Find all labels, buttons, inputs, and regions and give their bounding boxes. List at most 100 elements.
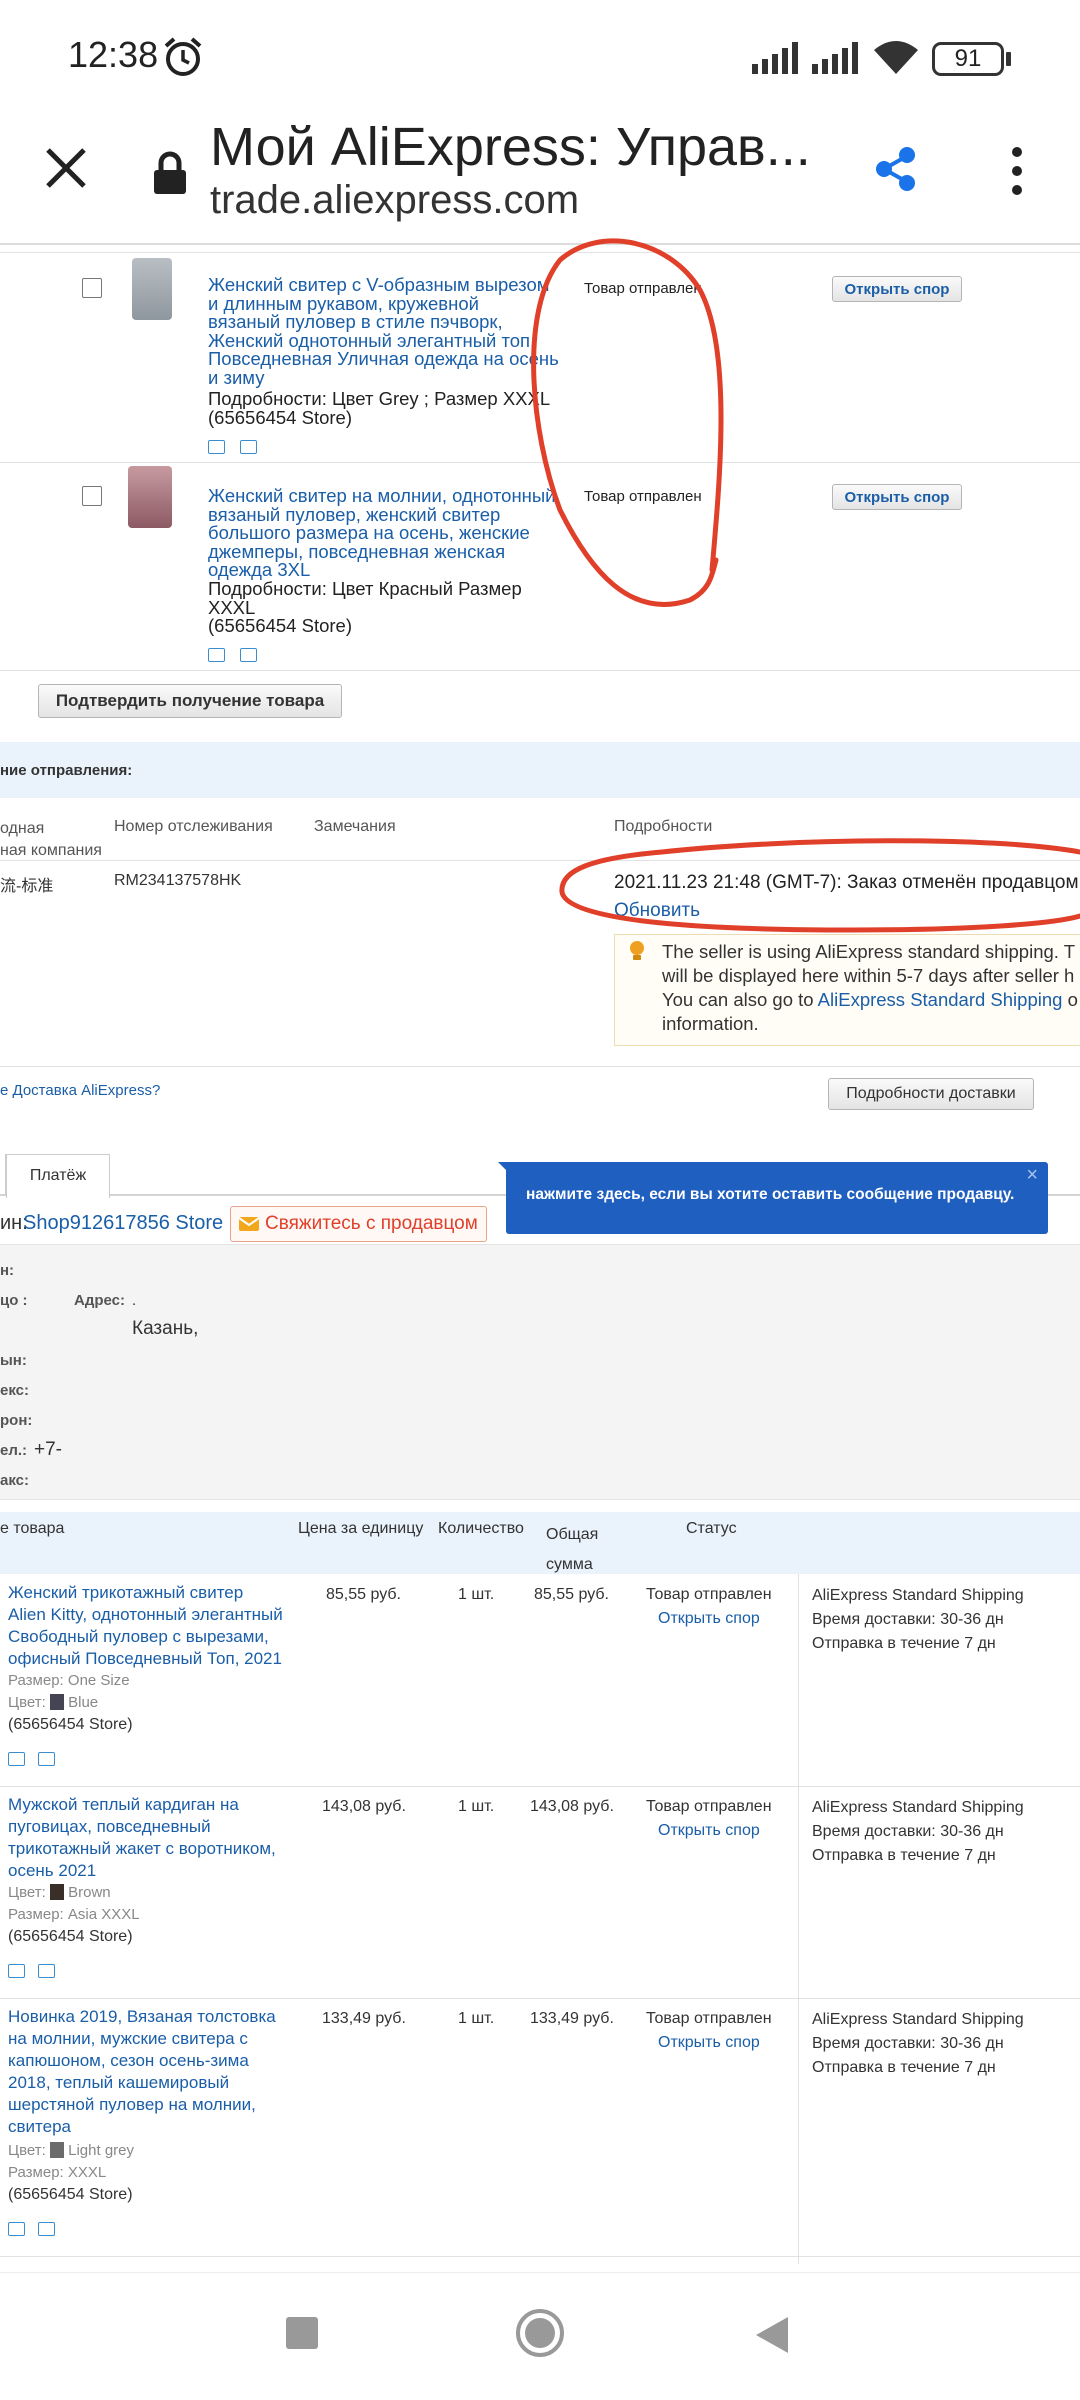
product-title-link[interactable]: Новинка 2019, Вязаная толстовка на молни… [8, 2006, 276, 2138]
page-title[interactable]: Мой AliExpress: Управ... [210, 116, 811, 178]
close-icon[interactable] [44, 146, 88, 190]
item-checkbox[interactable] [82, 278, 102, 298]
address-value: . [132, 1292, 137, 1309]
quantity: 1 шт. [458, 2010, 495, 2027]
address-label: ын: [0, 1352, 27, 1369]
phone-value: +7- [34, 1439, 62, 1460]
shipping-company: 流-标准 [0, 878, 54, 895]
truck-icon[interactable] [8, 1964, 25, 1978]
product-attribute: Размер: One Size [8, 1672, 130, 1689]
shipping-notice-text: The seller is using AliExpress standard … [662, 941, 1078, 1034]
tooltip-close-icon[interactable]: × [1026, 1164, 1038, 1187]
mail-icon [239, 1217, 259, 1231]
product-attribute: Цвет: Brown [8, 1884, 111, 1901]
system-nav-bar [0, 2272, 1080, 2400]
col-remarks: Замечания [314, 818, 396, 835]
truck-icon[interactable] [208, 440, 225, 454]
tooltip-text: нажмите здесь, если вы хотите оставить с… [526, 1186, 1015, 1203]
address-label: рон: [0, 1412, 33, 1429]
card-icon[interactable] [240, 648, 257, 662]
product-attribute: Размер: Asia XXXL [8, 1906, 140, 1923]
address-label: цо : [0, 1292, 28, 1309]
row-divider [0, 2256, 1080, 2257]
address-label: ел.: [0, 1442, 28, 1459]
product-attribute: Цвет: Blue [8, 1694, 99, 1711]
quantity: 1 шт. [458, 1798, 495, 1815]
square-icon[interactable] [286, 2317, 318, 2349]
tooltip-arrow [498, 1162, 510, 1174]
contact-seller-label: Свяжитесь с продавцом [265, 1213, 478, 1234]
confirm-receipt-button[interactable]: Подтвердить получение товара [38, 684, 342, 718]
product-details: Подробности: Цвет Красный Размер XXXL (6… [208, 578, 522, 636]
address-block [0, 1244, 1080, 1500]
product-attribute: Цвет: Light grey [8, 2142, 134, 2159]
store-name: (65656454 Store) [8, 1928, 133, 1945]
row-status: Товар отправлен [646, 1798, 772, 1815]
address-city: Казань, [132, 1318, 199, 1339]
quantity: 1 шт. [458, 1586, 495, 1603]
card-icon[interactable] [38, 1964, 55, 1978]
product-title-link[interactable]: Женский трикотажный свитер Alien Kitty, … [8, 1582, 283, 1670]
open-dispute-link[interactable]: Открыть спор [658, 1820, 760, 1842]
card-icon[interactable] [240, 440, 257, 454]
total-sum: 85,55 руб. [534, 1586, 609, 1603]
lightbulb-icon [630, 941, 644, 960]
standard-shipping-link[interactable]: AliExpress Standard Shipping [818, 989, 1063, 1010]
row-status: Товар отправлен [646, 1586, 772, 1603]
signal-icon [752, 42, 798, 74]
alarm-icon [164, 37, 202, 76]
product-thumbnail[interactable] [132, 258, 172, 320]
row-divider [0, 1786, 1080, 1787]
open-dispute-button[interactable]: Открыть спор [832, 484, 962, 510]
product-title-link[interactable]: Мужской теплый кардиган на пуговицах, по… [8, 1794, 276, 1882]
table-header [0, 1512, 1080, 1574]
unit-price: 143,08 руб. [322, 1798, 406, 1815]
battery-icon: 91 [932, 42, 1004, 76]
th-status: Статус [686, 1520, 737, 1537]
card-icon[interactable] [38, 1752, 55, 1766]
row-status: Товар отправлен [646, 2010, 772, 2027]
th-quantity: Количество [438, 1520, 524, 1537]
address-label: екс: [0, 1382, 29, 1399]
page-url[interactable]: trade.aliexpress.com [210, 178, 579, 223]
total-sum: 143,08 руб. [530, 1798, 614, 1815]
battery-level: 91 [954, 45, 982, 72]
product-thumbnail[interactable] [128, 466, 172, 528]
clock: 12:38 [68, 34, 159, 75]
open-dispute-button[interactable]: Открыть спор [832, 276, 962, 302]
item-checkbox[interactable] [82, 486, 102, 506]
col-shipping-company: одная ная компания [0, 820, 102, 859]
product-attribute: Размер: XXXL [8, 2164, 107, 2181]
open-dispute-link[interactable]: Открыть спор [658, 1608, 760, 1630]
tracking-number: RM234137578HK [114, 872, 242, 889]
circle-icon[interactable] [514, 2307, 566, 2359]
tab-payment[interactable]: Платёж [6, 1154, 110, 1198]
share-icon[interactable] [874, 146, 918, 192]
truck-icon[interactable] [8, 1752, 25, 1766]
battery-tip [1006, 52, 1011, 66]
th-total: Общая сумма [546, 1526, 599, 1573]
more-icon[interactable] [1007, 146, 1027, 196]
color-swatch [49, 1694, 64, 1710]
address-label: н: [0, 1262, 15, 1279]
contact-seller-button[interactable]: Свяжитесь с продавцом [230, 1206, 487, 1242]
delivery-question-link[interactable]: е Доставка AliExpress? [0, 1082, 160, 1099]
card-icon[interactable] [38, 2222, 55, 2236]
color-swatch [49, 2142, 64, 2158]
open-dispute-link[interactable]: Открыть спор [658, 2032, 760, 2054]
column-divider [798, 1574, 799, 2264]
delivery-details-button[interactable]: Подробности доставки [828, 1078, 1034, 1110]
address-label: акс: [0, 1472, 29, 1489]
product-details: Подробности: Цвет Grey ; Размер XXXL (65… [208, 388, 551, 428]
store-name-link[interactable]: Shop912617856 Store [23, 1212, 223, 1235]
shipping-info: AliExpress Standard Shipping Время доста… [812, 2011, 1024, 2076]
truck-icon[interactable] [208, 648, 225, 662]
unit-price: 133,49 руб. [322, 2010, 406, 2027]
address-field-label: Адрес: [74, 1292, 125, 1309]
truck-icon[interactable] [8, 2222, 25, 2236]
back-icon[interactable] [754, 2315, 790, 2355]
th-price: Цена за единицу [298, 1520, 424, 1537]
seller-message-tooltip[interactable]: нажмите здесь, если вы хотите оставить с… [506, 1162, 1048, 1234]
hand-drawn-annotation [559, 838, 1080, 933]
row-divider [0, 670, 1080, 671]
